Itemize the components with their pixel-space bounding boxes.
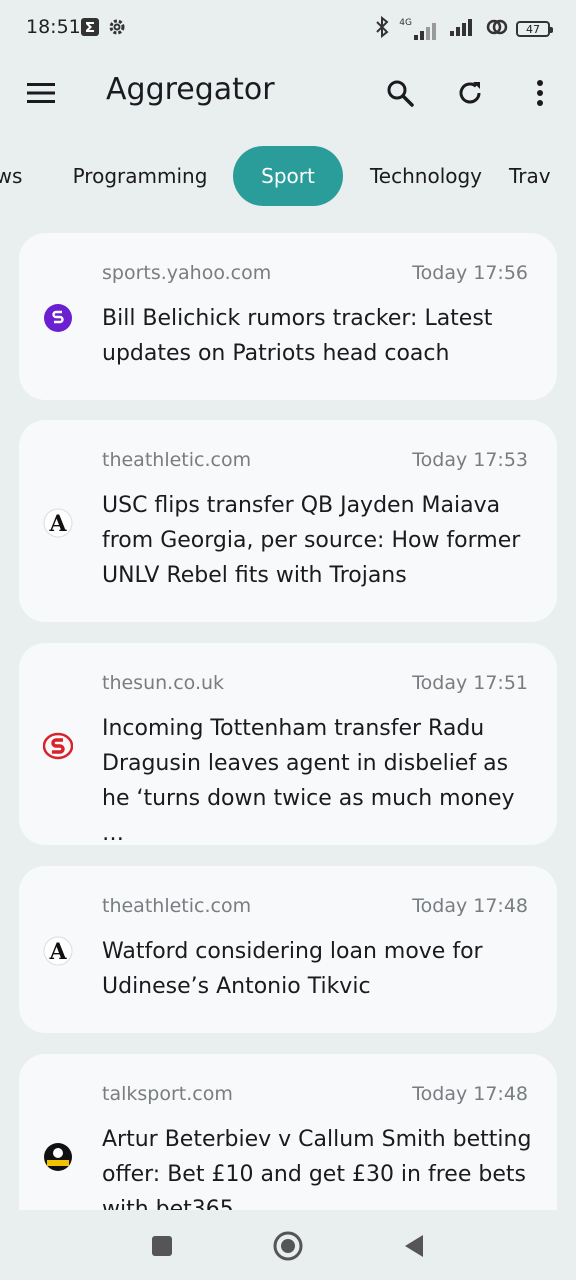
refresh-button[interactable]: [446, 69, 494, 117]
status-time: 18:51: [26, 16, 81, 38]
search-icon: [387, 80, 414, 107]
article-list[interactable]: sports.yahoo.com Today 17:56 Bill Belich…: [0, 232, 576, 1210]
more-vert-icon: [537, 80, 543, 106]
svg-text:A: A: [48, 511, 67, 537]
the-athletic-logo-icon: A: [43, 936, 73, 966]
app-bar: Aggregator: [0, 58, 576, 128]
article-headline: Artur Beterbiev v Callum Smith betting o…: [102, 1127, 532, 1210]
article-time: Today 17:56: [412, 262, 528, 284]
tab-sport[interactable]: Sport: [233, 146, 343, 206]
article-source: thesun.co.uk: [102, 672, 225, 694]
tab-programming[interactable]: Programming: [64, 146, 216, 206]
menu-button[interactable]: [17, 69, 65, 117]
article-time: Today 17:53: [412, 449, 528, 471]
article-card[interactable]: thesun.co.uk Today 17:51 Incoming Totten…: [19, 643, 557, 846]
home-circle-icon: [273, 1231, 303, 1261]
signal-4g-icon: 4G: [399, 18, 442, 40]
article-headline: Incoming Tottenham transfer Radu Dragusi…: [102, 716, 515, 846]
network-type-label: 4G: [399, 18, 412, 28]
tab-news[interactable]: ws: [0, 146, 22, 206]
talksport-logo-icon: [43, 1142, 73, 1172]
the-sun-logo-icon: [43, 731, 73, 761]
category-tabs: ws Programming Sport Technology Trav: [0, 146, 576, 206]
system-navigation-bar: [0, 1210, 576, 1280]
back-triangle-icon: [405, 1235, 423, 1257]
recents-square-icon: [152, 1236, 172, 1256]
article-time: Today 17:48: [412, 895, 528, 917]
status-indicators: 4G 47: [373, 15, 553, 42]
article-headline: USC flips transfer QB Jayden Maiava from…: [102, 493, 521, 588]
article-source: talksport.com: [102, 1083, 233, 1105]
link-icon: [486, 18, 508, 40]
app-title: Aggregator: [106, 72, 275, 107]
the-athletic-logo-icon: A: [43, 508, 73, 538]
tab-technology[interactable]: Technology: [360, 146, 492, 206]
settings-gear-icon: [107, 17, 127, 41]
tab-travel[interactable]: Trav: [509, 146, 576, 206]
signal-icon: [450, 18, 478, 40]
article-source: theathletic.com: [102, 895, 252, 917]
article-card[interactable]: A theathletic.com Today 17:53 USC flips …: [19, 420, 557, 622]
bluetooth-icon: [373, 15, 391, 42]
article-card[interactable]: A theathletic.com Today 17:48 Watford co…: [19, 866, 557, 1033]
sigma-app-icon: [80, 17, 100, 41]
article-card[interactable]: sports.yahoo.com Today 17:56 Bill Belich…: [19, 233, 557, 400]
status-bar: 18:51 4G 47: [0, 0, 576, 58]
battery-level: 47: [526, 22, 540, 36]
search-button[interactable]: [376, 69, 424, 117]
article-headline: Bill Belichick rumors tracker: Latest up…: [102, 306, 493, 366]
more-options-button[interactable]: [516, 69, 564, 117]
home-button[interactable]: [270, 1228, 306, 1264]
back-button[interactable]: [396, 1228, 432, 1264]
refresh-icon: [459, 82, 481, 104]
article-source: sports.yahoo.com: [102, 262, 272, 284]
recents-button[interactable]: [144, 1228, 180, 1264]
article-source: theathletic.com: [102, 449, 252, 471]
article-card[interactable]: talksport.com Today 17:48 Artur Beterbie…: [19, 1054, 557, 1210]
battery-icon: 47: [516, 21, 553, 37]
hamburger-menu-icon: [27, 83, 55, 103]
yahoo-sports-logo-icon: [43, 303, 73, 333]
article-time: Today 17:48: [412, 1083, 528, 1105]
article-time: Today 17:51: [412, 672, 528, 694]
svg-text:A: A: [48, 939, 67, 965]
article-headline: Watford considering loan move for Udines…: [102, 939, 483, 999]
